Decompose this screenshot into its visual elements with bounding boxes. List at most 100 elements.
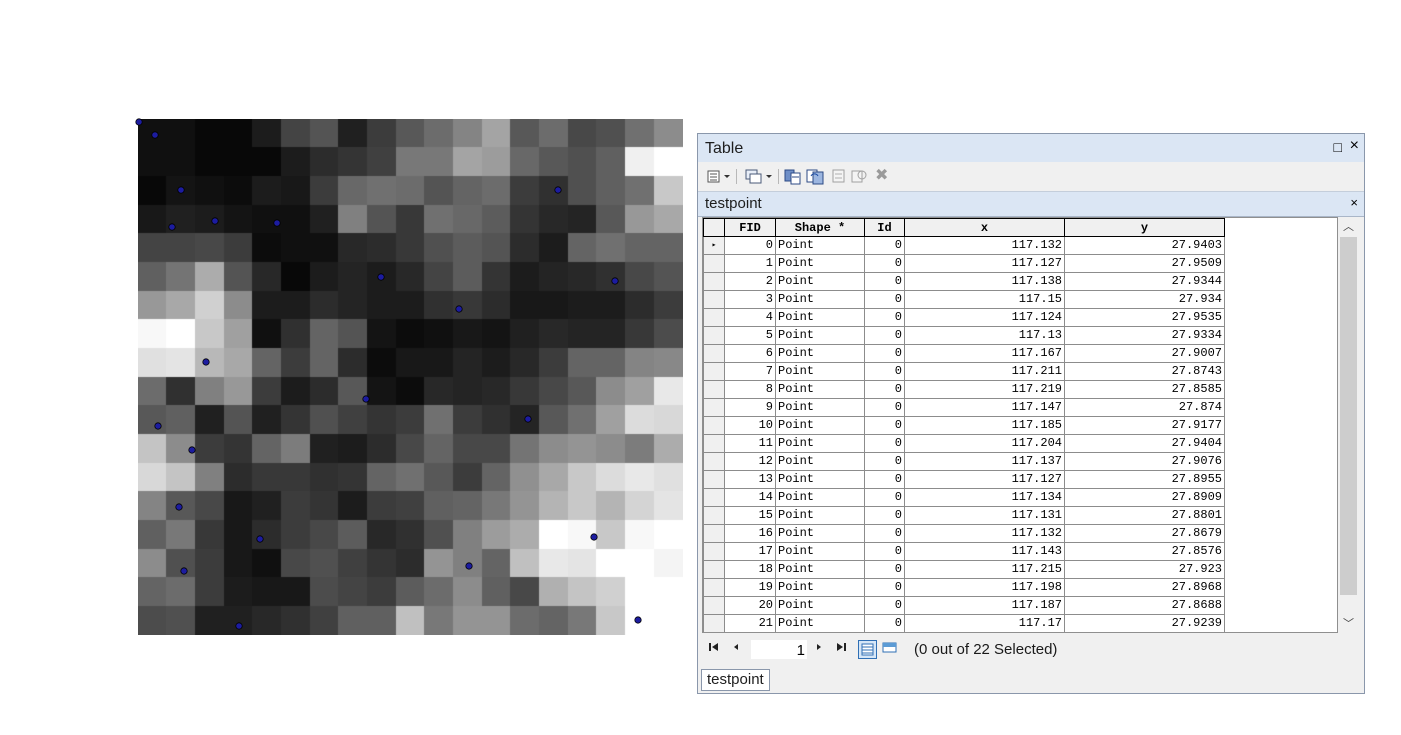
row-selector[interactable] [703, 290, 725, 309]
cell-fid[interactable]: 21 [724, 614, 776, 632]
row-selector[interactable] [703, 614, 725, 632]
scroll-down-icon[interactable]: ﹀ [1339, 615, 1358, 632]
cell-id[interactable]: 0 [864, 344, 905, 363]
cell-y[interactable]: 27.8688 [1064, 596, 1225, 615]
column-header-shape[interactable]: Shape * [775, 218, 865, 237]
cell-fid[interactable]: 8 [724, 380, 776, 399]
cell-x[interactable]: 117.219 [904, 380, 1065, 399]
cell-shape[interactable]: Point [775, 326, 865, 345]
row-selector[interactable] [703, 434, 725, 453]
next-record-icon[interactable] [811, 641, 827, 657]
cell-id[interactable]: 0 [864, 542, 905, 561]
cell-shape[interactable]: Point [775, 560, 865, 579]
cell-shape[interactable]: Point [775, 272, 865, 291]
cell-y[interactable]: 27.9404 [1064, 434, 1225, 453]
cell-x[interactable]: 117.15 [904, 290, 1065, 309]
cell-fid[interactable]: 0 [724, 236, 776, 255]
table-options-icon[interactable] [706, 168, 732, 185]
row-selector[interactable] [703, 596, 725, 615]
row-selector[interactable] [703, 488, 725, 507]
table-row[interactable]: 21 Point 0 117.17 27.9239 [703, 614, 1225, 632]
row-selector-header[interactable] [703, 218, 725, 237]
show-all-records-icon[interactable] [858, 640, 877, 659]
cell-id[interactable]: 0 [864, 434, 905, 453]
cell-fid[interactable]: 14 [724, 488, 776, 507]
cell-fid[interactable]: 7 [724, 362, 776, 381]
row-selector[interactable] [703, 398, 725, 417]
cell-fid[interactable]: 10 [724, 416, 776, 435]
row-selector[interactable] [703, 542, 725, 561]
cell-id[interactable]: 0 [864, 578, 905, 597]
table-row[interactable]: 14 Point 0 117.134 27.8909 [703, 488, 1225, 507]
table-row[interactable]: 1 Point 0 117.127 27.9509 [703, 254, 1225, 273]
cell-id[interactable]: 0 [864, 362, 905, 381]
cell-x[interactable]: 117.143 [904, 542, 1065, 561]
scroll-up-icon[interactable]: ︿ [1339, 218, 1358, 235]
cell-id[interactable]: 0 [864, 488, 905, 507]
cell-y[interactable]: 27.9403 [1064, 236, 1225, 255]
restore-icon[interactable]: □ [1334, 139, 1342, 155]
cell-shape[interactable]: Point [775, 362, 865, 381]
table-row[interactable]: 15 Point 0 117.131 27.8801 [703, 506, 1225, 525]
cell-y[interactable]: 27.874 [1064, 398, 1225, 417]
table-row[interactable]: 12 Point 0 117.137 27.9076 [703, 452, 1225, 471]
cell-x[interactable]: 117.147 [904, 398, 1065, 417]
cell-id[interactable]: 0 [864, 272, 905, 291]
scrollbar-thumb[interactable] [1340, 237, 1357, 595]
cell-x[interactable]: 117.132 [904, 524, 1065, 543]
cell-y[interactable]: 27.8576 [1064, 542, 1225, 561]
cell-id[interactable]: 0 [864, 308, 905, 327]
window-title-bar[interactable]: Table □ × [698, 134, 1364, 163]
table-row[interactable]: 11 Point 0 117.204 27.9404 [703, 434, 1225, 453]
cell-y[interactable]: 27.8909 [1064, 488, 1225, 507]
row-selector[interactable] [703, 380, 725, 399]
column-header-x[interactable]: x [904, 218, 1065, 237]
cell-fid[interactable]: 12 [724, 452, 776, 471]
row-selector[interactable] [703, 416, 725, 435]
cell-shape[interactable]: Point [775, 524, 865, 543]
column-header-y[interactable]: y [1064, 218, 1225, 237]
cell-shape[interactable]: Point [775, 416, 865, 435]
cell-fid[interactable]: 19 [724, 578, 776, 597]
cell-fid[interactable]: 2 [724, 272, 776, 291]
cell-y[interactable]: 27.9007 [1064, 344, 1225, 363]
cell-x[interactable]: 117.127 [904, 254, 1065, 273]
table-row[interactable]: 6 Point 0 117.167 27.9007 [703, 344, 1225, 363]
cell-shape[interactable]: Point [775, 596, 865, 615]
clear-selection-icon[interactable] [831, 168, 847, 185]
cell-id[interactable]: 0 [864, 524, 905, 543]
table-row[interactable]: 2 Point 0 117.138 27.9344 [703, 272, 1225, 291]
row-selector[interactable] [703, 272, 725, 291]
row-selector[interactable] [703, 452, 725, 471]
cell-id[interactable]: 0 [864, 470, 905, 489]
cell-fid[interactable]: 11 [724, 434, 776, 453]
related-tables-icon[interactable] [744, 168, 774, 185]
table-row[interactable]: 19 Point 0 117.198 27.8968 [703, 578, 1225, 597]
column-header-id[interactable]: Id [864, 218, 905, 237]
cell-shape[interactable]: Point [775, 470, 865, 489]
cell-y[interactable]: 27.9177 [1064, 416, 1225, 435]
cell-y[interactable]: 27.9239 [1064, 614, 1225, 632]
cell-fid[interactable]: 20 [724, 596, 776, 615]
row-selector[interactable] [703, 524, 725, 543]
delete-selected-icon[interactable]: ✖ [875, 167, 888, 184]
cell-y[interactable]: 27.9334 [1064, 326, 1225, 345]
cell-fid[interactable]: 6 [724, 344, 776, 363]
cell-fid[interactable]: 15 [724, 506, 776, 525]
row-selector[interactable] [703, 308, 725, 327]
table-row[interactable]: 20 Point 0 117.187 27.8688 [703, 596, 1225, 615]
table-row[interactable]: ▸ 0 Point 0 117.132 27.9403 [703, 236, 1225, 255]
cell-fid[interactable]: 3 [724, 290, 776, 309]
cell-y[interactable]: 27.923 [1064, 560, 1225, 579]
cell-id[interactable]: 0 [864, 596, 905, 615]
show-selected-records-icon[interactable] [881, 640, 900, 659]
table-row[interactable]: 7 Point 0 117.211 27.8743 [703, 362, 1225, 381]
row-selector[interactable] [703, 560, 725, 579]
cell-x[interactable]: 117.137 [904, 452, 1065, 471]
cell-id[interactable]: 0 [864, 614, 905, 632]
cell-y[interactable]: 27.8968 [1064, 578, 1225, 597]
cell-x[interactable]: 117.211 [904, 362, 1065, 381]
row-selector[interactable] [703, 506, 725, 525]
cell-y[interactable]: 27.9076 [1064, 452, 1225, 471]
cell-x[interactable]: 117.131 [904, 506, 1065, 525]
